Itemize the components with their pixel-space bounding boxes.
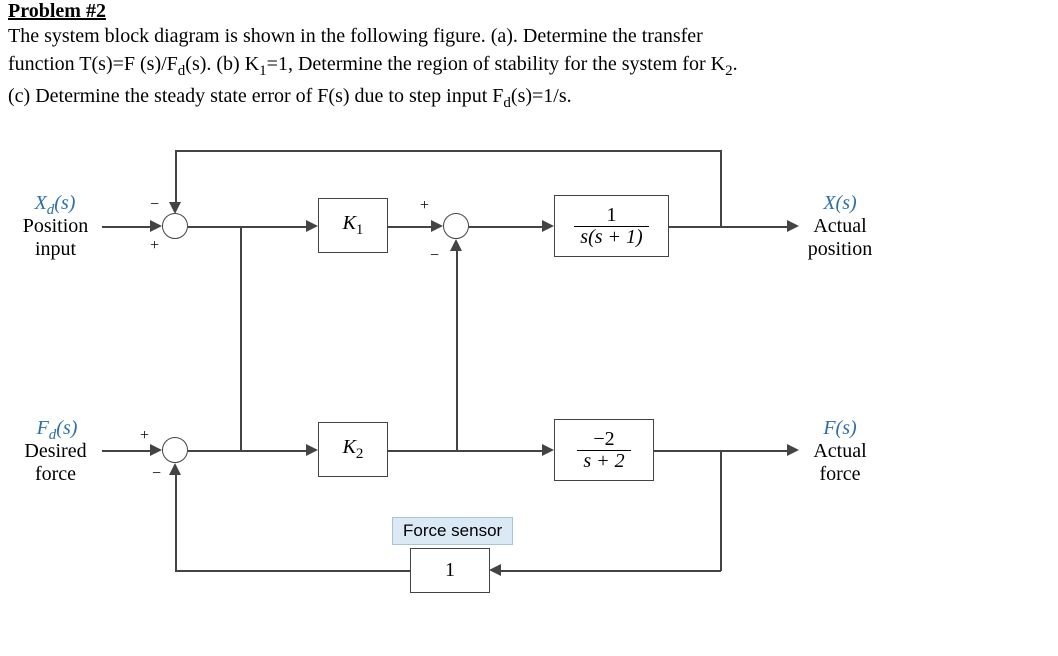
arrow-in2 xyxy=(150,444,162,456)
label-pos-input: Position input xyxy=(8,215,103,261)
summing-junction-2 xyxy=(443,213,469,239)
line-forcetf-out xyxy=(654,450,789,452)
fb-outer-v1 xyxy=(720,150,722,226)
arrow-k1-in xyxy=(306,220,318,232)
sign-sj3-plus: + xyxy=(140,428,149,444)
fd-rest: (s) xyxy=(56,417,77,439)
line-to-forcetf xyxy=(456,450,544,452)
plant-num: 1 xyxy=(574,205,648,226)
line-plant-out xyxy=(669,226,789,228)
line-sj3-k2 xyxy=(188,450,308,452)
k2s: 2 xyxy=(356,446,364,462)
block-plant: 1 s(s + 1) xyxy=(554,195,669,257)
sign-sj3-minus: − xyxy=(152,466,161,482)
sign-sj1-plus: + xyxy=(150,238,159,254)
k1s: 1 xyxy=(356,222,364,238)
tl3b: (s)=1/s. xyxy=(511,85,572,107)
line-k2-to-sj2 xyxy=(456,250,458,451)
sign-sj2-minus: − xyxy=(430,248,439,264)
fb-force-v1 xyxy=(720,451,722,571)
arrow-sj2-bottom xyxy=(450,239,462,251)
label-Xs: X(s) xyxy=(795,192,885,215)
tl2a: function T(s)=F (s)/F xyxy=(8,53,178,75)
line-in1 xyxy=(102,226,152,228)
line-k1-sj2 xyxy=(388,226,433,228)
af1: Actual xyxy=(813,440,866,462)
df1: Desired xyxy=(24,440,86,462)
text-line-2: function T(s)=F (s)/Fd(s). (b) K1=1, Det… xyxy=(8,53,738,75)
k2v: K xyxy=(343,436,356,458)
af2: force xyxy=(819,463,860,485)
tl2c: =1, Determine the region of stability fo… xyxy=(267,53,725,75)
tl2s3: 2 xyxy=(725,63,733,79)
ap2: position xyxy=(808,238,872,260)
fb-force-v2 xyxy=(175,474,177,571)
problem-heading: Problem #2 xyxy=(8,0,106,23)
label-actual-pos: Actual position xyxy=(790,215,890,261)
text-line-1: The system block diagram is shown in the… xyxy=(8,25,703,47)
xd-rest: (s) xyxy=(54,192,75,214)
summing-junction-3 xyxy=(162,437,188,463)
arrow-k2-in xyxy=(306,444,318,456)
arrow-sensor-in xyxy=(489,564,501,576)
summing-junction-1 xyxy=(162,213,188,239)
arrow-plant-in xyxy=(542,220,554,232)
tl3s: d xyxy=(503,95,511,111)
tl2b: (s). (b) K xyxy=(185,53,259,75)
fb-force-h1 xyxy=(500,570,721,572)
label-actual-force: Actual force xyxy=(790,440,890,486)
text-line-3: (c) Determine the steady state error of … xyxy=(8,85,572,107)
fb-outer-v2 xyxy=(175,150,177,204)
line-in2 xyxy=(102,450,152,452)
ftf-den: s + 2 xyxy=(577,450,630,472)
tl2s2: 1 xyxy=(259,63,267,79)
sensor-val: 1 xyxy=(445,559,455,582)
pi1: Position xyxy=(23,215,89,237)
sign-sj1-minus: − xyxy=(150,197,159,213)
line-sj1-k1 xyxy=(188,226,308,228)
line-k2-out xyxy=(388,450,458,452)
arrow-forcetf-in xyxy=(542,444,554,456)
fb-force-h2 xyxy=(175,570,410,572)
arrow-in1 xyxy=(150,220,162,232)
tl2d: . xyxy=(733,53,738,75)
ap1: Actual xyxy=(813,215,866,237)
block-force-sensor: 1 xyxy=(410,548,490,593)
df2: force xyxy=(35,463,76,485)
tl3a: (c) Determine the steady state error of … xyxy=(8,85,503,107)
plant-den: s(s + 1) xyxy=(574,226,648,248)
line-sj2-plant xyxy=(469,226,544,228)
k1v: K xyxy=(343,212,356,234)
problem-text: The system block diagram is shown in the… xyxy=(8,22,1008,114)
inner-link-vertical xyxy=(240,227,242,450)
pi2: input xyxy=(35,238,76,260)
ftf-num: −2 xyxy=(577,429,630,450)
fd-var: F xyxy=(37,417,49,439)
fb-outer-arrow xyxy=(169,202,181,214)
label-desired-force: Desired force xyxy=(8,440,103,486)
block-diagram: Xd(s) Position input − + K1 + − 1 s(s + … xyxy=(0,110,1058,650)
label-force-sensor: Force sensor xyxy=(392,517,513,545)
label-Fs: F(s) xyxy=(795,417,885,440)
block-force-tf: −2 s + 2 xyxy=(554,419,654,481)
fb-force-arrow xyxy=(169,463,181,475)
xd-var: X xyxy=(35,192,47,214)
fs-var: F(s) xyxy=(823,417,856,439)
sign-sj2-plus: + xyxy=(420,198,429,214)
block-K2: K2 xyxy=(318,422,388,477)
fb-outer-h xyxy=(175,150,721,152)
arrow-sj2-in xyxy=(431,220,443,232)
xs-var: X(s) xyxy=(823,192,856,214)
block-K1: K1 xyxy=(318,198,388,253)
